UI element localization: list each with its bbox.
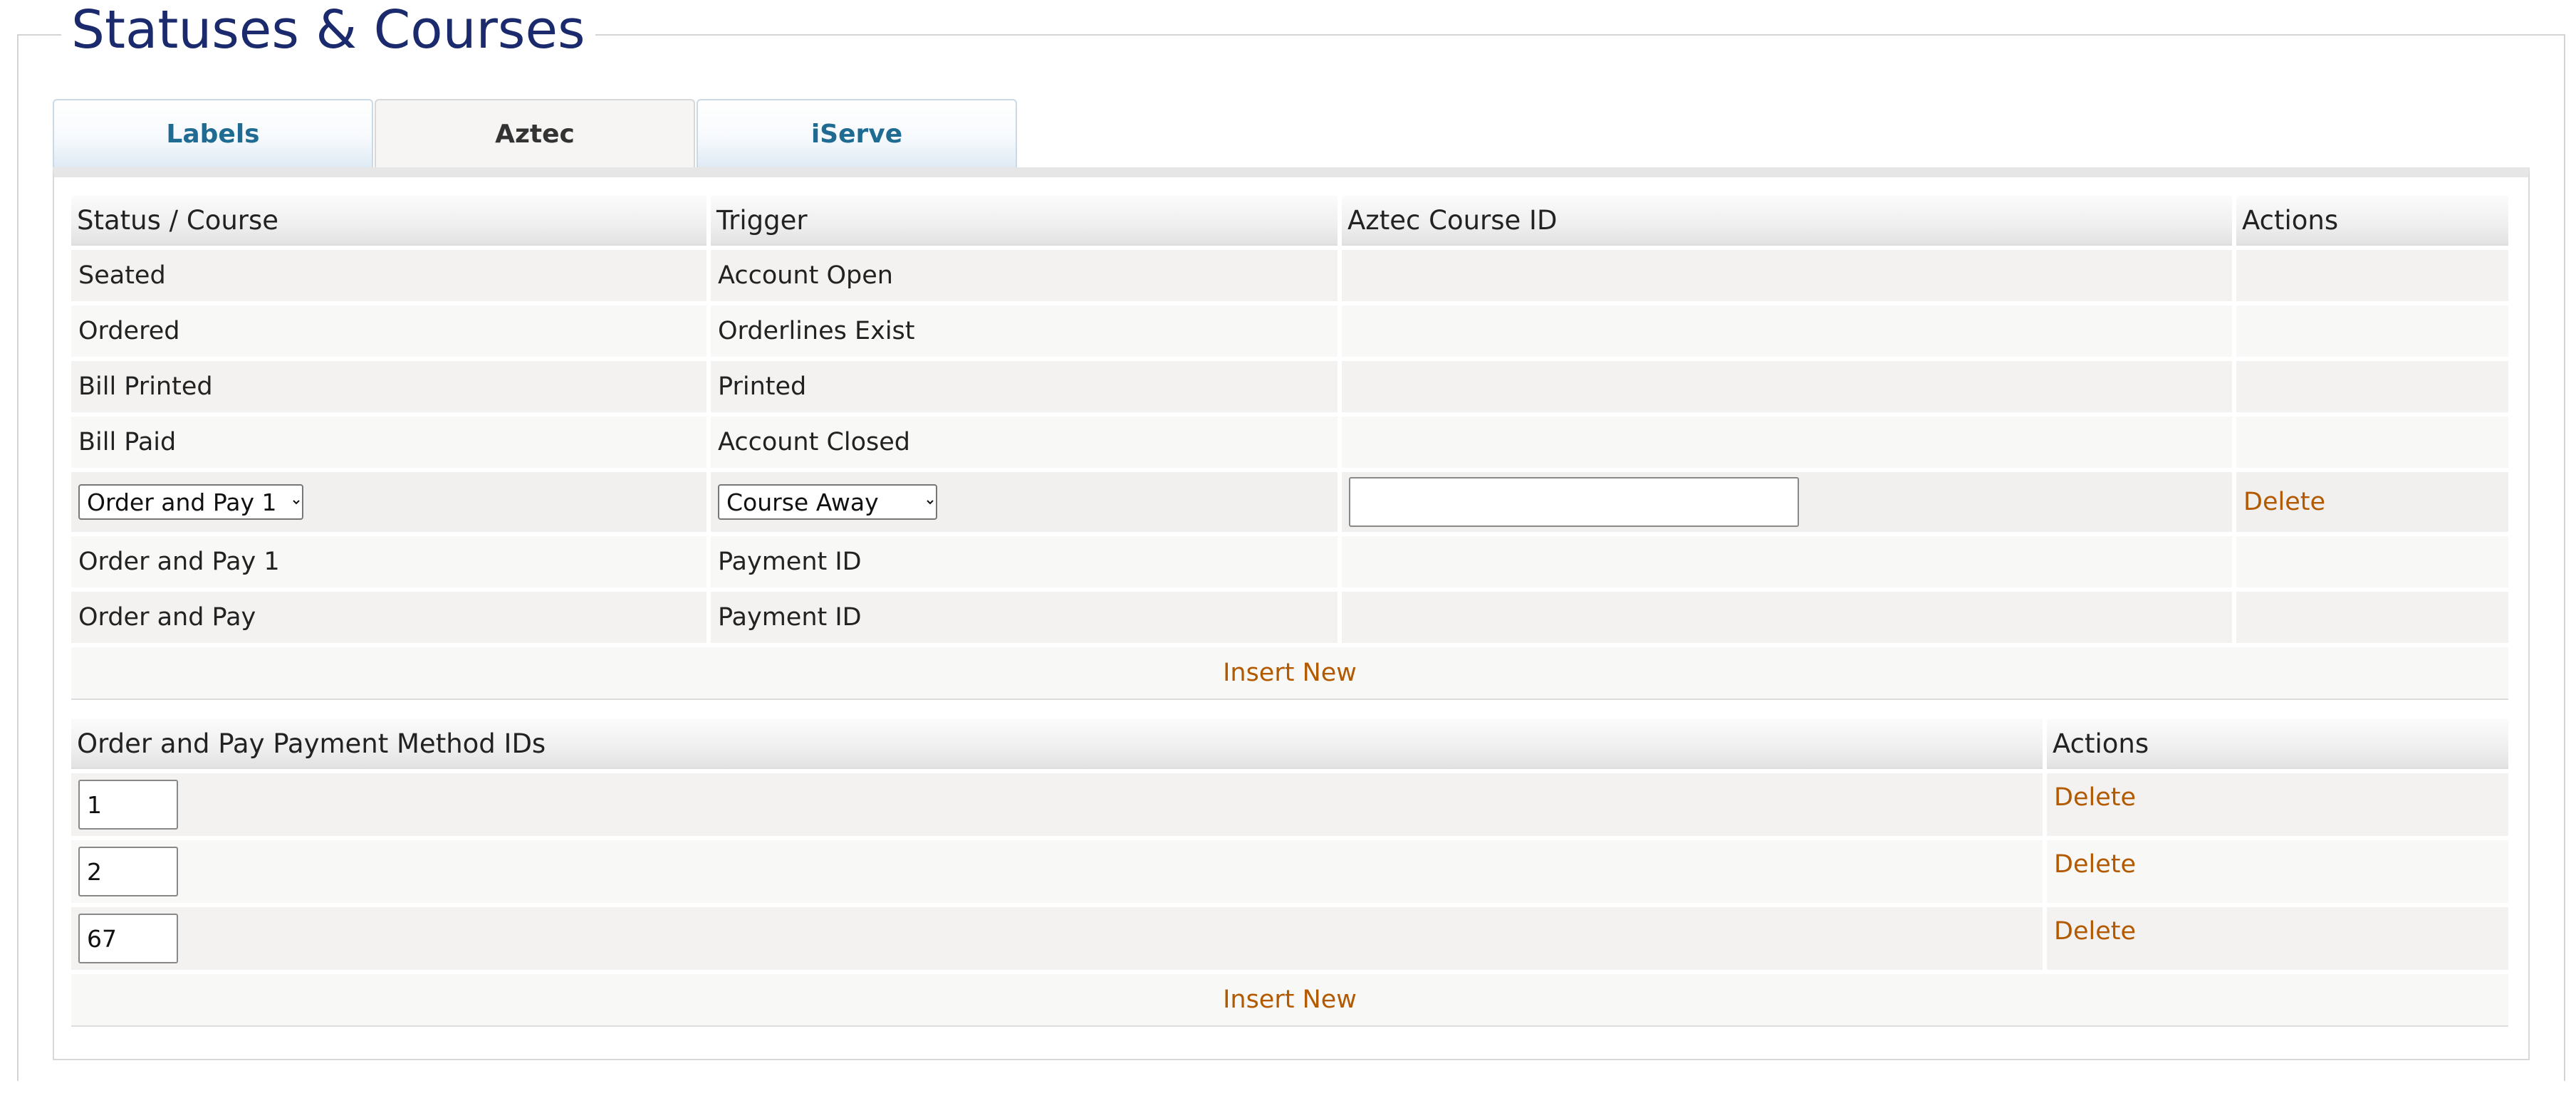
column-header-trigger: Trigger	[711, 196, 1337, 246]
insert-new-link[interactable]: Insert New	[1223, 985, 1357, 1014]
column-header-payment-method-ids: Order and Pay Payment Method IDs	[71, 719, 2043, 769]
trigger-cell: Payment ID	[711, 592, 1337, 643]
column-header-aztec-course-id: Aztec Course ID	[1342, 196, 2232, 246]
payment-id-cell	[71, 773, 2043, 836]
status-course-select[interactable]: Order and Pay 1	[78, 484, 303, 520]
trigger-select[interactable]: Course Away	[718, 484, 937, 520]
tab-aztec[interactable]: Aztec	[375, 99, 695, 169]
trigger-cell: Orderlines Exist	[711, 305, 1337, 357]
trigger-cell: Payment ID	[711, 536, 1337, 587]
delete-link[interactable]: Delete	[2054, 917, 2136, 946]
course-id-input-cell	[1342, 472, 2232, 532]
course-id-cell	[1342, 536, 2232, 587]
table-row: Order and Pay Payment ID	[71, 592, 2508, 643]
payment-method-id-input[interactable]	[78, 847, 178, 896]
status-course-table: Status / Course Trigger Aztec Course ID …	[67, 192, 2513, 704]
actions-cell	[2236, 305, 2508, 357]
delete-link[interactable]: Delete	[2243, 488, 2325, 516]
table-row: Bill Printed Printed	[71, 361, 2508, 412]
insert-new-link[interactable]: Insert New	[1223, 659, 1357, 687]
tab-labels[interactable]: Labels	[53, 99, 373, 167]
insert-cell: Insert New	[71, 974, 2508, 1027]
tab-panel-aztec: Status / Course Trigger Aztec Course ID …	[53, 167, 2530, 1060]
status-cell: Bill Paid	[71, 417, 706, 468]
page-title: Statuses & Courses	[61, 0, 595, 64]
actions-cell: Delete	[2047, 773, 2508, 836]
actions-cell	[2236, 592, 2508, 643]
insert-cell: Insert New	[71, 647, 2508, 700]
table-row: Delete	[71, 840, 2508, 903]
status-cell: Order and Pay	[71, 592, 706, 643]
payment-method-id-input[interactable]	[78, 780, 178, 830]
actions-cell: Delete	[2047, 907, 2508, 970]
insert-row: Insert New	[71, 974, 2508, 1027]
actions-cell	[2236, 250, 2508, 301]
aztec-course-id-input[interactable]	[1349, 477, 1799, 527]
actions-cell: Delete	[2236, 472, 2508, 532]
column-header-status-course: Status / Course	[71, 196, 706, 246]
status-cell: Seated	[71, 250, 706, 301]
course-id-cell	[1342, 361, 2232, 412]
actions-cell	[2236, 536, 2508, 587]
trigger-select-cell: Course Away	[711, 472, 1337, 532]
status-cell: Ordered	[71, 305, 706, 357]
actions-cell	[2236, 417, 2508, 468]
trigger-cell: Account Closed	[711, 417, 1337, 468]
table-row: Order and Pay 1 Payment ID	[71, 536, 2508, 587]
payment-method-id-input[interactable]	[78, 914, 178, 963]
trigger-cell: Account Open	[711, 250, 1337, 301]
payment-id-cell	[71, 840, 2043, 903]
delete-link[interactable]: Delete	[2054, 783, 2136, 812]
actions-cell	[2236, 361, 2508, 412]
course-id-cell	[1342, 305, 2232, 357]
table-row: Delete	[71, 907, 2508, 970]
trigger-cell: Printed	[711, 361, 1337, 412]
status-select-cell: Order and Pay 1	[71, 472, 706, 532]
status-cell: Order and Pay 1	[71, 536, 706, 587]
delete-link[interactable]: Delete	[2054, 850, 2136, 879]
table-row: Bill Paid Account Closed	[71, 417, 2508, 468]
payment-id-cell	[71, 907, 2043, 970]
status-cell: Bill Printed	[71, 361, 706, 412]
payment-method-table: Order and Pay Payment Method IDs Actions…	[67, 715, 2513, 1031]
course-id-cell	[1342, 417, 2232, 468]
edit-row: Order and Pay 1 Course Away Delete	[71, 472, 2508, 532]
course-id-cell	[1342, 592, 2232, 643]
actions-cell: Delete	[2047, 840, 2508, 903]
course-id-cell	[1342, 250, 2232, 301]
column-header-actions: Actions	[2236, 196, 2508, 246]
table-row: Delete	[71, 773, 2508, 836]
table-row: Seated Account Open	[71, 250, 2508, 301]
insert-row: Insert New	[71, 647, 2508, 700]
table-row: Ordered Orderlines Exist	[71, 305, 2508, 357]
column-header-actions: Actions	[2047, 719, 2508, 769]
tab-iserve[interactable]: iServe	[697, 99, 1017, 167]
